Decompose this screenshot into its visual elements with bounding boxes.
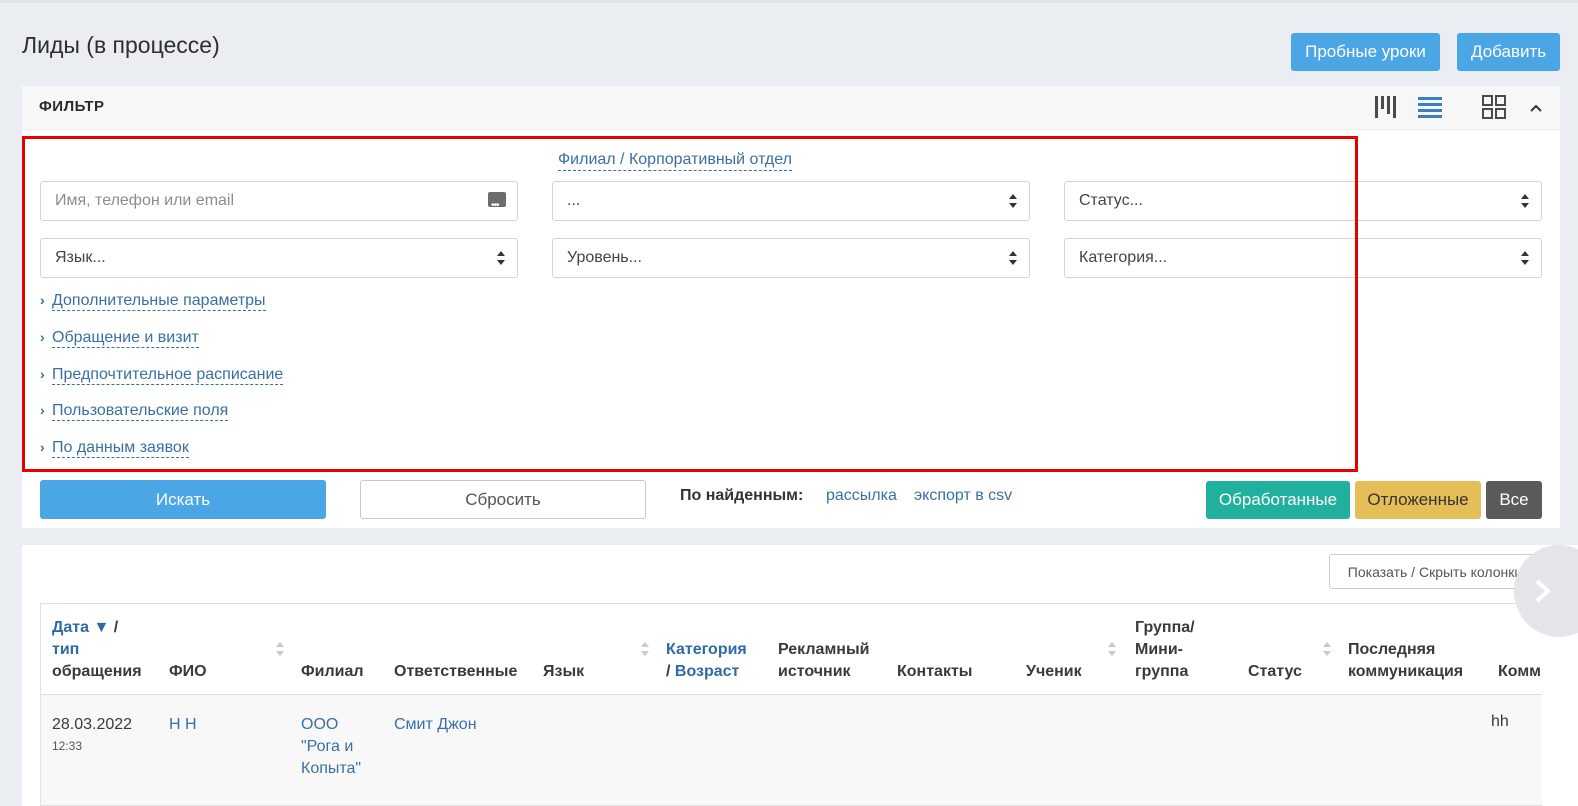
found-label: По найденным:: [680, 487, 804, 504]
branch-select-value: ...: [567, 192, 581, 209]
chevron-right-icon: ›: [40, 439, 45, 455]
category-select[interactable]: Категория...: [1064, 238, 1542, 278]
sort-desc-icon: ▼: [93, 619, 110, 636]
select-arrows-icon: [1521, 194, 1529, 208]
branch-link[interactable]: Филиал / Корпоративный отдел: [558, 150, 792, 171]
table-panel: Показать / Скрыть колонки Дата ▼ / тип о…: [22, 545, 1578, 806]
sort-icon[interactable]: [641, 642, 649, 656]
chevron-right-icon: ›: [40, 329, 45, 345]
cell-comment: hh: [1491, 713, 1509, 730]
sort-icon[interactable]: [1323, 642, 1331, 656]
chevron-right-icon: ›: [40, 366, 45, 382]
status-select[interactable]: Статус...: [1064, 181, 1542, 221]
expander-additional-params[interactable]: › Дополнительные параметры: [40, 292, 266, 311]
expander-preferred-schedule[interactable]: › Предпочтительное расписание: [40, 366, 284, 385]
header-last-communication: Последняя коммуникация: [1348, 641, 1464, 680]
header-category[interactable]: Категория / Возраст: [666, 639, 747, 683]
cell-date: 28.03.2022: [52, 716, 133, 733]
cell-time: 12:33: [52, 739, 83, 753]
select-arrows-icon: [1009, 251, 1017, 265]
reset-button[interactable]: Сбросить: [360, 480, 646, 519]
add-button[interactable]: Добавить: [1457, 33, 1560, 71]
header-status[interactable]: Статус: [1248, 661, 1302, 683]
contact-card-icon: [488, 187, 506, 225]
search-placeholder: Имя, телефон или email: [55, 192, 235, 209]
status-select-value: Статус...: [1079, 192, 1143, 209]
header-contacts: Контакты: [897, 663, 973, 680]
header-ad-source: Рекламный источник: [778, 641, 870, 680]
branch-select[interactable]: ...: [552, 181, 1030, 221]
header-group: Группа/ Мини- группа: [1135, 619, 1195, 680]
all-button[interactable]: Все: [1486, 481, 1542, 519]
chevron-right-icon: [1535, 579, 1551, 603]
expander-applications-data[interactable]: › По данным заявок: [40, 439, 189, 458]
select-arrows-icon: [497, 251, 505, 265]
export-csv-link[interactable]: экспорт в csv: [914, 487, 1012, 505]
kanban-view-icon[interactable]: [1371, 94, 1401, 122]
language-select-value: Язык...: [55, 249, 106, 266]
select-arrows-icon: [1521, 251, 1529, 265]
leads-table: Дата ▼ / тип обращения ФИО Филиал Ответс…: [40, 603, 1542, 806]
header-student[interactable]: Ученик: [1026, 661, 1082, 683]
chevron-right-icon: ›: [40, 402, 45, 418]
list-view-icon[interactable]: [1415, 94, 1445, 122]
header-language[interactable]: Язык: [543, 661, 584, 683]
trial-lessons-button[interactable]: Пробные уроки: [1291, 33, 1440, 71]
header-branch: Филиал: [301, 663, 364, 680]
search-button[interactable]: Искать: [40, 480, 326, 519]
expander-custom-fields[interactable]: › Пользовательские поля: [40, 402, 229, 421]
cell-branch-link[interactable]: ООО "Рога и Копыта": [301, 714, 361, 780]
postponed-button[interactable]: Отложенные: [1355, 481, 1481, 519]
filter-header: ФИЛЬТР: [22, 86, 1560, 130]
cell-fio-link[interactable]: Н Н: [169, 714, 197, 736]
header-responsible: Ответственные: [394, 663, 518, 680]
sort-icon[interactable]: [1108, 642, 1116, 656]
collapse-chevron-icon[interactable]: [1524, 94, 1548, 122]
chevron-right-icon: ›: [40, 292, 45, 308]
level-select[interactable]: Уровень...: [552, 238, 1030, 278]
category-select-value: Категория...: [1079, 249, 1168, 266]
language-select[interactable]: Язык...: [40, 238, 518, 278]
show-hide-columns-button[interactable]: Показать / Скрыть колонки: [1329, 554, 1541, 589]
header-date[interactable]: Дата ▼ / тип обращения: [52, 617, 142, 683]
filter-title: ФИЛЬТР: [39, 98, 105, 115]
sort-icon[interactable]: [276, 642, 284, 656]
header-comment: Комм: [1498, 663, 1541, 680]
expander-contact-visit[interactable]: › Обращение и визит: [40, 329, 199, 348]
page-title: Лиды (в процессе): [22, 32, 220, 58]
grid-view-icon[interactable]: [1479, 94, 1509, 122]
level-select-value: Уровень...: [567, 249, 642, 266]
table-row: [41, 695, 1542, 805]
filter-panel: ФИЛЬТР Филиал / Корпоративный отдел Имя,…: [22, 86, 1560, 528]
search-input[interactable]: Имя, телефон или email: [40, 181, 518, 225]
cell-responsible-link[interactable]: Смит Джон: [394, 714, 477, 736]
mailing-link[interactable]: рассылка: [826, 487, 897, 505]
processed-button[interactable]: Обработанные: [1206, 481, 1350, 519]
top-border: [0, 0, 1578, 3]
select-arrows-icon: [1009, 194, 1017, 208]
header-fio[interactable]: ФИО: [169, 661, 207, 683]
